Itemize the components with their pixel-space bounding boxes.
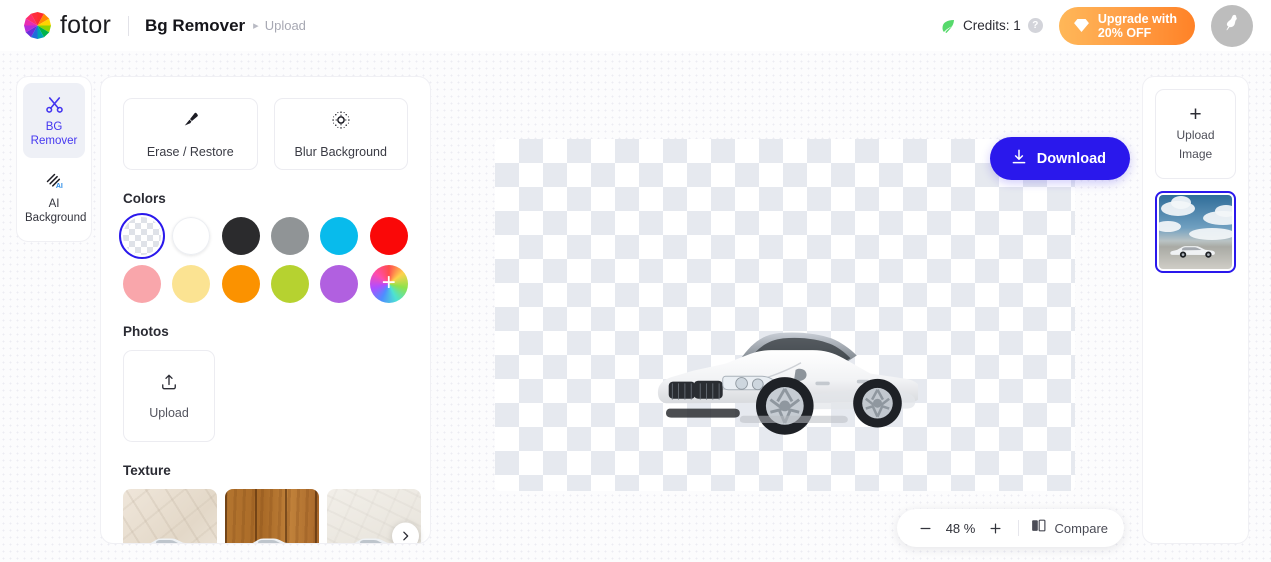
workspace: BG Remover AI AI Background Erase / Rest…	[0, 51, 1271, 562]
color-swatch-custom-picker[interactable]: +	[369, 265, 408, 303]
texture-next-button[interactable]	[392, 522, 419, 543]
cloud-shape	[1215, 205, 1232, 217]
color-swatch-gray[interactable]	[271, 217, 310, 255]
erase-restore-label: Erase / Restore	[146, 145, 234, 159]
bird-avatar-icon	[1221, 12, 1243, 39]
fotor-rainbow-logo-icon	[24, 12, 51, 39]
download-icon	[1010, 148, 1028, 170]
credits-help-icon[interactable]: ?	[1027, 18, 1043, 33]
upload-icon	[159, 372, 179, 397]
color-swatch-transparent[interactable]	[119, 213, 166, 259]
color-swatch-lime[interactable]	[271, 265, 310, 303]
car-preview-icon	[250, 538, 291, 543]
zoom-toolbar-divider	[1017, 520, 1019, 536]
fotor-bg-remover-app: fotor Bg Remover ▸ Upload Credits: 1 ? U…	[0, 0, 1271, 562]
cloud-shape	[1171, 196, 1191, 209]
credits-indicator[interactable]: Credits: 1 ?	[940, 18, 1043, 34]
upload-image-label-line1: Upload	[1176, 128, 1215, 142]
app-header: fotor Bg Remover ▸ Upload Credits: 1 ? U…	[0, 0, 1271, 51]
upgrade-label-line2: 20% OFF	[1097, 25, 1152, 40]
thumbnail-car-icon	[1169, 245, 1215, 258]
photo-upload-label: Upload	[149, 406, 189, 420]
header-divider	[128, 15, 130, 36]
zoom-in-button[interactable]	[983, 515, 1009, 541]
compare-label: Compare	[1054, 520, 1108, 536]
upgrade-button[interactable]: Upgrade with 20% OFF	[1058, 6, 1195, 45]
breadcrumb-separator-icon: ▸	[253, 20, 259, 32]
upgrade-label-line1: Upgrade with	[1097, 11, 1177, 26]
cloud-shape	[1189, 228, 1232, 240]
tool-rail: BG Remover AI AI Background	[16, 76, 92, 242]
sidebar-item-bg-remover-line2: Remover	[30, 135, 78, 147]
sidebar-item-ai-background-line2: Background	[25, 212, 87, 224]
brand-logo[interactable]: fotor	[24, 11, 111, 40]
compare-button[interactable]: Compare	[1030, 517, 1108, 539]
color-swatch-red[interactable]	[369, 217, 408, 255]
texture-section-title: Texture	[123, 463, 171, 478]
chevron-right-icon	[403, 531, 409, 541]
image-thumbnail-car-sky[interactable]	[1155, 191, 1236, 273]
cloud-shape	[1159, 221, 1181, 232]
texture-thumb-wood-planks[interactable]	[225, 489, 319, 543]
scissors-icon	[25, 92, 83, 116]
zoom-toolbar: 48 % Compare	[896, 509, 1124, 547]
sidebar-item-bg-remover-line1: BG	[45, 121, 63, 133]
credits-text: Credits: 1	[963, 18, 1021, 33]
brand-name: fotor	[60, 11, 112, 39]
page-title: Bg Remover	[145, 15, 246, 35]
header-actions: Credits: 1 ? Upgrade with 20% OFF	[940, 4, 1253, 47]
canvas-sheet[interactable]	[495, 139, 1075, 491]
color-swatch-pink[interactable]	[123, 265, 162, 303]
photos-section-title: Photos	[123, 324, 169, 339]
canvas-subject-car	[658, 332, 919, 436]
color-swatch-orange[interactable]	[221, 265, 260, 303]
sidebar-item-ai-background-line1: AI	[48, 198, 60, 210]
color-swatch-grid: +	[119, 213, 408, 303]
image-list-panel: + Upload Image	[1142, 76, 1249, 544]
breadcrumb-current: Upload	[264, 18, 306, 33]
compare-icon	[1030, 517, 1047, 539]
download-label: Download	[1036, 150, 1106, 167]
erase-restore-button[interactable]: Erase / Restore	[123, 98, 258, 170]
colors-section-title: Colors	[123, 191, 166, 206]
avatar[interactable]	[1211, 4, 1253, 47]
zoom-out-button[interactable]	[913, 515, 939, 541]
sidebar-item-bg-remover[interactable]: BG Remover	[23, 83, 85, 158]
color-swatch-cyan[interactable]	[320, 217, 359, 255]
upload-image-label-line2: Image	[1178, 147, 1213, 161]
sidebar-item-ai-background[interactable]: AI AI Background	[23, 160, 87, 235]
zoom-value: 48 %	[945, 520, 976, 536]
minus-icon	[920, 527, 931, 529]
upload-image-button[interactable]: + Upload Image	[1155, 89, 1236, 179]
photo-upload-button[interactable]: Upload	[123, 350, 215, 442]
svg-text:AI: AI	[55, 183, 62, 190]
blur-background-button[interactable]: Blur Background	[273, 98, 408, 170]
mode-row: Erase / Restore Blur Background	[123, 98, 408, 170]
settings-panel: Erase / Restore Blur Background Colors +…	[100, 76, 431, 544]
blur-icon	[330, 109, 352, 136]
texture-carousel	[123, 489, 421, 543]
color-swatch-near-black[interactable]	[221, 217, 260, 255]
plus-icon: +	[1189, 103, 1202, 126]
download-button[interactable]: Download	[989, 137, 1130, 180]
color-swatch-white[interactable]	[172, 217, 211, 255]
leaf-icon	[940, 18, 956, 34]
gem-icon	[1073, 19, 1089, 32]
thumbnail-preview	[1159, 195, 1232, 269]
plus-icon	[990, 523, 1001, 533]
texture-thumb-crumpled-paper[interactable]	[123, 489, 217, 543]
brush-icon	[179, 109, 201, 136]
color-swatch-light-yellow[interactable]	[172, 265, 211, 303]
color-swatch-purple[interactable]	[320, 265, 359, 303]
canvas-area: Download 48 % Compare	[440, 65, 1130, 547]
blur-background-label: Blur Background	[294, 145, 387, 159]
car-preview-icon	[148, 538, 189, 543]
ai-background-icon: AI	[25, 169, 83, 193]
add-color-icon: +	[381, 269, 396, 296]
